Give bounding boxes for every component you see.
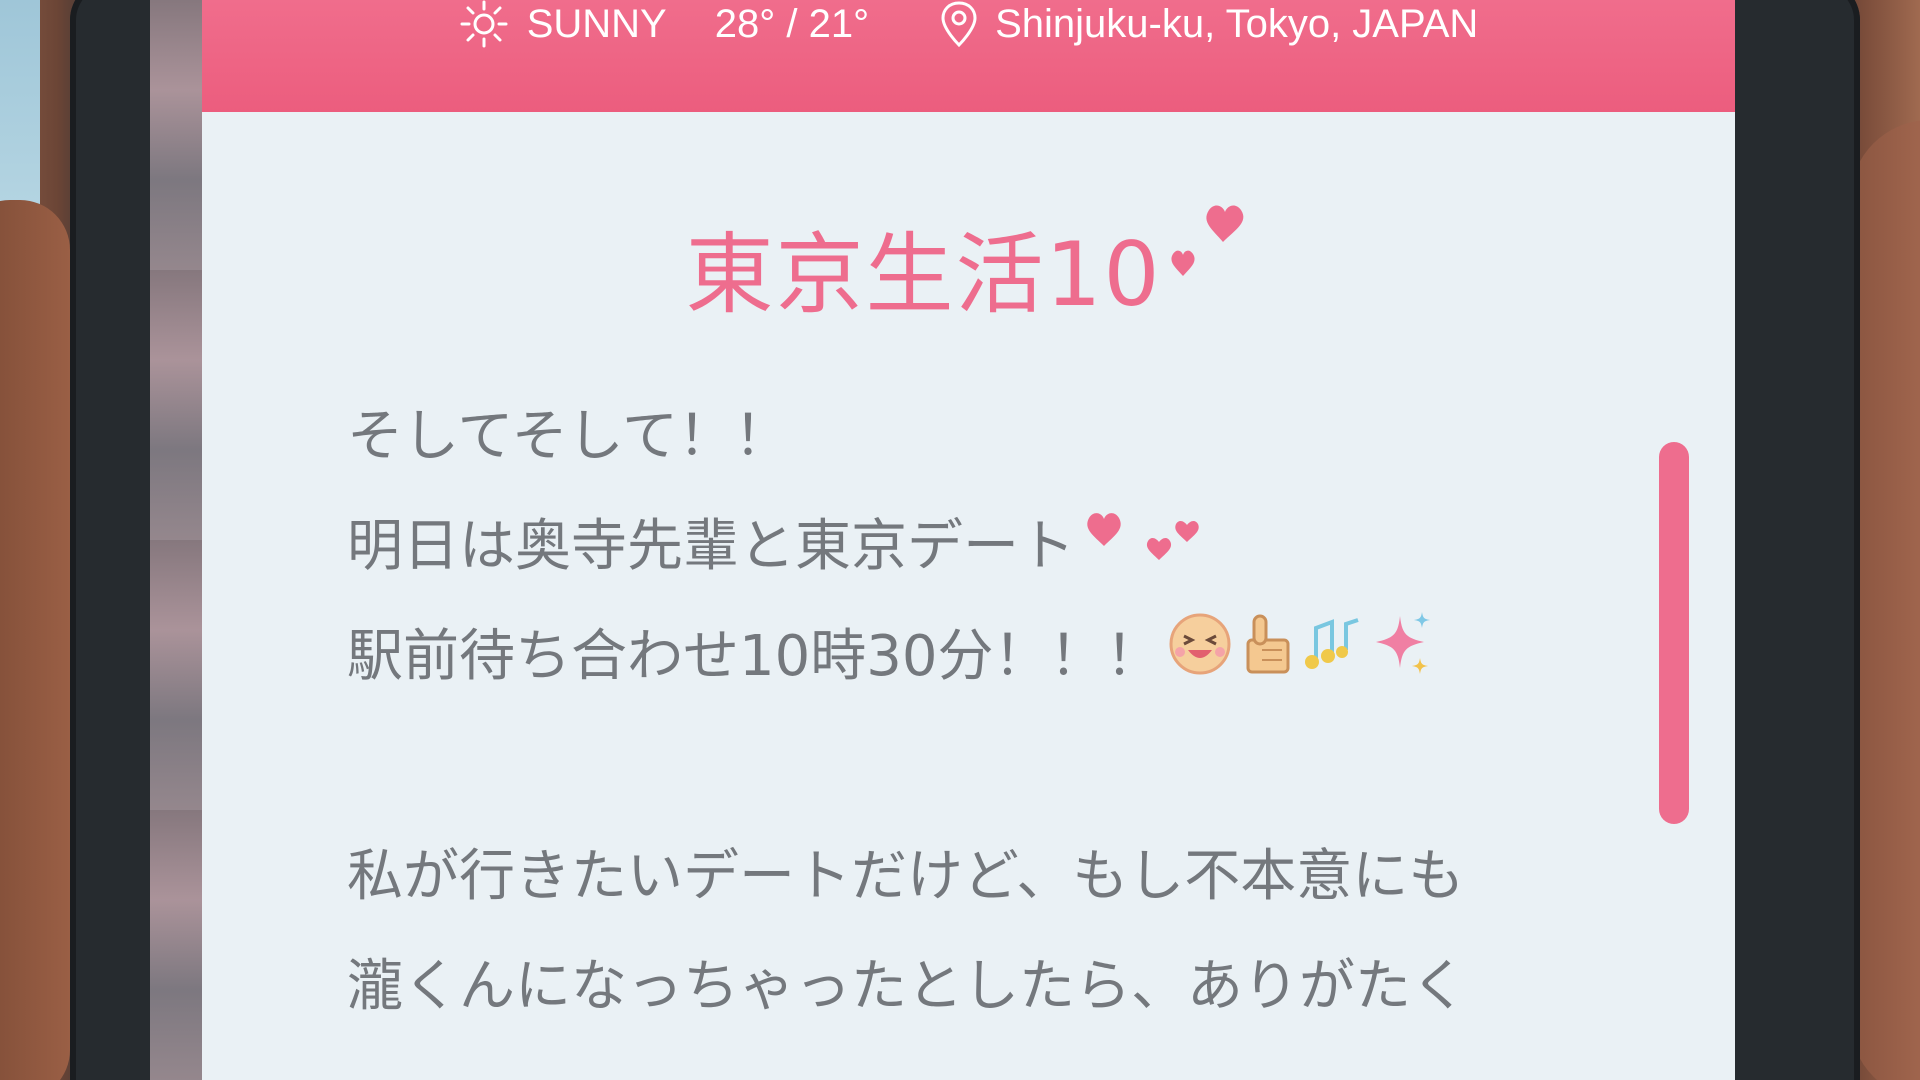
- weather-status-bar: SUNNY 28° / 21° Shinjuku-ku, Tokyo, JAPA…: [202, 0, 1735, 112]
- diary-post[interactable]: 東京生活10 そしてそして！！ 明日は奥寺先輩と東京デート 駅前待ち合わせ10時…: [202, 112, 1735, 1080]
- post-line: 駅前待ち合わせ10時30分！！！: [347, 602, 1597, 712]
- post-line: 瀧くんになっちゃったとしたら、ありがたく: [347, 954, 1467, 1019]
- anime-scene: SUNNY 28° / 21° Shinjuku-ku, Tokyo, JAPA…: [0, 0, 1920, 1080]
- post-line-blank: [347, 712, 1597, 822]
- sun-icon: [459, 0, 509, 49]
- phone-screen: SUNNY 28° / 21° Shinjuku-ku, Tokyo, JAPA…: [150, 0, 1735, 1080]
- post-title: 東京生活10: [202, 204, 1735, 331]
- scrollbar-thumb[interactable]: [1659, 442, 1689, 824]
- post-line: 私が行きたいデートだけど、もし不本意にも: [347, 844, 1465, 909]
- sparkles-icon: [1370, 605, 1436, 715]
- post-line: そしてそして！！: [347, 404, 790, 469]
- left-hand: [0, 200, 70, 1080]
- post-line: 明日は奥寺先輩と東京デート: [347, 492, 1597, 602]
- music-notes-icon: [1302, 605, 1366, 715]
- location-info: Shinjuku-ku, Tokyo, JAPAN: [939, 0, 1478, 48]
- sky-background: [0, 0, 40, 230]
- weather-label: SUNNY: [526, 1, 667, 46]
- weather-info: SUNNY 28° / 21°: [459, 0, 869, 49]
- screen-edge-left: [150, 0, 202, 1080]
- hearts-icon: [1161, 204, 1251, 284]
- location-label: Shinjuku-ku, Tokyo, JAPAN: [995, 1, 1479, 46]
- hearts-icon: [1079, 495, 1209, 605]
- right-hand: [1850, 120, 1920, 1080]
- laughing-face-icon: [1166, 605, 1234, 715]
- thumbs-up-icon: [1238, 605, 1298, 715]
- temperature-label: 28° / 21°: [714, 1, 870, 46]
- map-pin-icon: [939, 0, 979, 48]
- post-body: そしてそして！！ 明日は奥寺先輩と東京デート 駅前待ち合わせ10時30分！！！: [347, 382, 1597, 1042]
- post-title-text: 東京生活10: [685, 223, 1162, 326]
